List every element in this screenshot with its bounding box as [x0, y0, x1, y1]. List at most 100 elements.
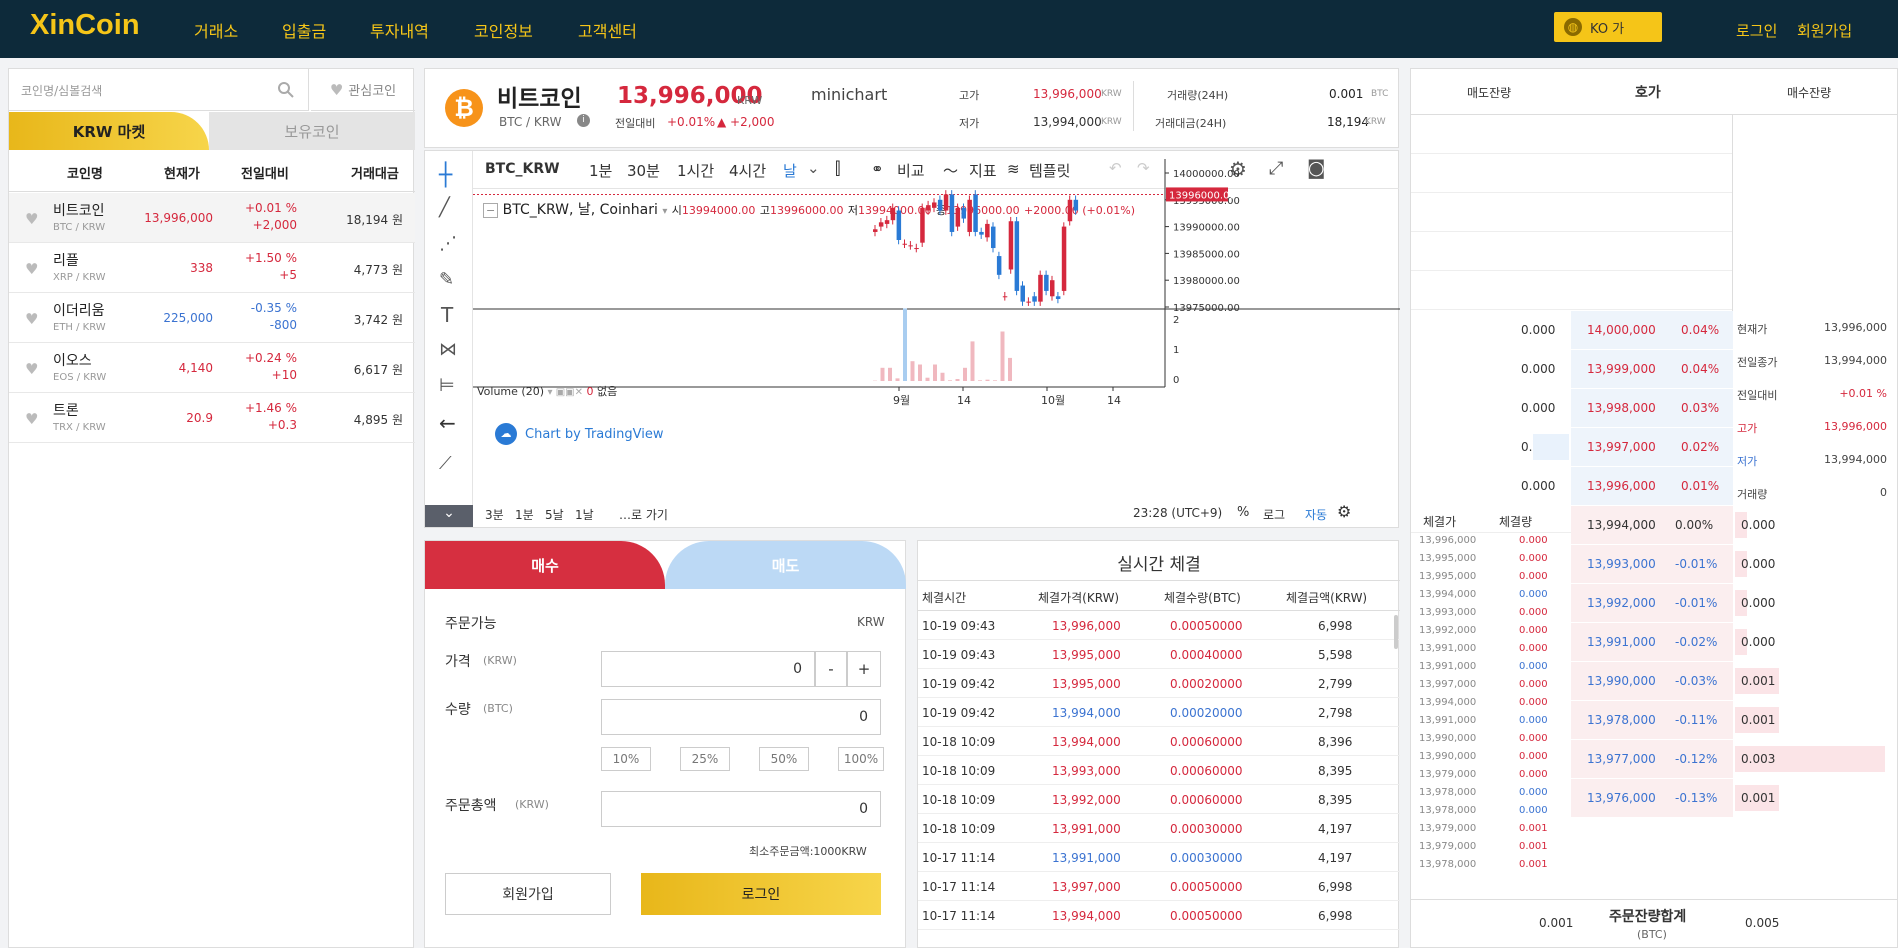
quantity-input[interactable]: 0 — [601, 699, 881, 735]
bid-row[interactable]: 13,992,000 -0.01% 0.000 — [1571, 584, 1898, 623]
fill-qty: 0.000 — [1519, 625, 1548, 636]
tab-krw-market[interactable]: KRW 마켓 — [9, 112, 209, 150]
tradingview-chart: ┼ ╱ ⋰ ✎ T ⋈ ⊨ ← ⟋ ⌄ BTC_KRW 1분 30분 1시간 4… — [424, 150, 1400, 529]
trade-price: 13,991,000 — [1052, 822, 1121, 836]
nav-exchange[interactable]: 거래소 — [194, 18, 238, 42]
info-value: +0.01 % — [1839, 387, 1887, 400]
price-input[interactable]: 0 — [601, 651, 815, 687]
ask-change: 0.01% — [1681, 479, 1720, 493]
trade-price: 13,995,000 — [1052, 648, 1121, 662]
coin-price: 4,140 — [178, 361, 213, 375]
bid-qty: 0.001 — [1741, 713, 1776, 727]
bid-row[interactable]: 13,993,000 -0.01% 0.000 — [1571, 545, 1898, 584]
bid-row[interactable]: 13,994,000 0.00% 0.000 — [1571, 506, 1898, 545]
total-input[interactable]: 0 — [601, 791, 881, 827]
candle-body — [991, 226, 996, 249]
fill-qty: 0.000 — [1519, 571, 1548, 582]
heart-icon[interactable]: ♥ — [25, 410, 41, 428]
volume-bar — [985, 379, 990, 381]
pct-50-button[interactable]: 50% — [759, 747, 809, 771]
low-value: 13,994,000 — [1033, 115, 1102, 129]
candle-plot[interactable]: 14000000.0013995000.0013990000.001398500… — [425, 151, 1400, 529]
tradingview-credit[interactable]: ☁ Chart by TradingView — [495, 423, 663, 445]
favorite-coins-button[interactable]: ♥ 관심코인 — [311, 69, 415, 111]
coin-volume: 18,194 원 — [346, 213, 403, 227]
auto-toggle[interactable]: 자동 — [1305, 506, 1327, 523]
coin-price: 338 — [190, 261, 213, 275]
bid-row[interactable]: 13,978,000 -0.11% 0.001 — [1571, 701, 1898, 740]
range-1d[interactable]: 1날 — [575, 506, 594, 523]
heart-icon[interactable]: ♥ — [25, 210, 41, 228]
coin-change-abs: +0.3 — [267, 418, 297, 432]
signup-button[interactable]: 회원가입 — [445, 873, 611, 915]
volume-bar — [918, 364, 922, 381]
pct-10-button[interactable]: 10% — [601, 747, 651, 771]
bid-change: 0.00% — [1675, 518, 1714, 532]
tab-buy[interactable]: 매수 — [425, 541, 665, 589]
login-link[interactable]: 로그인 — [1736, 20, 1777, 41]
info-icon[interactable]: i — [577, 114, 590, 127]
search-icon[interactable] — [277, 81, 295, 99]
bid-row[interactable]: 13,990,000 -0.03% 0.001 — [1571, 662, 1898, 701]
volume-bar — [925, 377, 930, 381]
col-coin-name[interactable]: 코인명 — [67, 163, 103, 182]
coin-change: -0.35 % -800 — [251, 300, 297, 334]
percent-toggle[interactable]: % — [1237, 505, 1249, 520]
fill-qty: 0.000 — [1519, 589, 1548, 600]
orderbook-footer: 0.001 주문잔량합계 (BTC) 0.005 — [1411, 899, 1898, 948]
coin-row[interactable]: ♥ 이오스 EOS / KRW 4,140 +0.24 % +10 6,617 원 — [9, 343, 415, 393]
heart-icon[interactable]: ♥ — [25, 360, 41, 378]
heart-icon: ♥ — [329, 80, 344, 99]
chart-settings-icon[interactable]: ⚙ — [1337, 502, 1351, 521]
heart-icon[interactable]: ♥ — [25, 310, 41, 328]
tab-sell[interactable]: 매도 — [665, 541, 906, 589]
info-value: 13,996,000 — [1824, 420, 1887, 433]
ask-price: 13,996,000 — [1587, 479, 1656, 493]
fill-price: 13,978,000 — [1419, 859, 1477, 870]
login-button[interactable]: 로그인 — [641, 873, 881, 915]
goto-date[interactable]: …로 가기 — [619, 506, 668, 523]
nav-support[interactable]: 고객센터 — [578, 18, 637, 42]
pct-100-button[interactable]: 100% — [838, 747, 884, 771]
chart-time: 23:28 (UTC+9) — [1133, 506, 1223, 520]
fill-price: 13,991,000 — [1419, 715, 1477, 726]
coin-list-panel: 코인명/심볼검색 ♥ 관심코인 KRW 마켓 보유코인 코인명 현재가 전일대비 … — [8, 68, 415, 948]
range-3m[interactable]: 3분 — [485, 506, 504, 523]
ask-row[interactable]: 0.000 13,996,000 0.01% — [1411, 467, 1898, 506]
bid-row[interactable]: 13,991,000 -0.02% 0.000 — [1571, 623, 1898, 662]
volume-settings-icon[interactable]: ▾ ▣▣✕ — [548, 387, 583, 398]
candle-body — [902, 243, 907, 245]
quantity-label: 수량 — [445, 702, 471, 718]
price-plus-button[interactable]: + — [847, 651, 881, 687]
col-change[interactable]: 전일대비 — [241, 163, 289, 182]
range-1m[interactable]: 1분 — [515, 506, 534, 523]
col-volume[interactable]: 거래대금 — [351, 163, 399, 182]
fill-qty: 0.000 — [1519, 679, 1548, 690]
fill-price: 13,995,000 — [1419, 553, 1477, 564]
coin-row[interactable]: ♥ 리플 XRP / KRW 338 +1.50 % +5 4,773 원 — [9, 243, 415, 293]
nav-coininfo[interactable]: 코인정보 — [474, 18, 533, 42]
signup-link[interactable]: 회원가입 — [1797, 20, 1852, 41]
col-price[interactable]: 현재가 — [164, 163, 200, 182]
coin-row[interactable]: ♥ 비트코인 BTC / KRW 13,996,000 +0.01 % +2,000 18,… — [9, 193, 415, 243]
coin-row[interactable]: ♥ 트론 TRX / KRW 20.9 +1.46 % +0.3 4,895 원 — [9, 393, 415, 443]
coin-search-input[interactable]: 코인명/심볼검색 — [9, 69, 309, 111]
logo[interactable]: XinCoin — [30, 9, 140, 42]
tab-owned-coins[interactable]: 보유코인 — [209, 112, 415, 150]
nav-history[interactable]: 투자내역 — [370, 18, 429, 42]
language-selector[interactable]: ◍ KO 가 — [1554, 12, 1662, 42]
bid-row[interactable]: 13,977,000 -0.12% 0.003 — [1571, 740, 1898, 779]
realtime-trades-panel: 실시간 체결 체결시간 체결가격(KRW) 체결수량(BTC) 체결금액(KRW… — [917, 540, 1400, 948]
trades-scrollbar[interactable] — [1394, 615, 1398, 649]
heart-icon[interactable]: ♥ — [25, 260, 41, 278]
price-minus-button[interactable]: - — [815, 651, 847, 687]
ask-change: 0.03% — [1681, 401, 1720, 415]
log-toggle[interactable]: 로그 — [1263, 506, 1285, 523]
range-5d[interactable]: 5날 — [545, 506, 564, 523]
nav-deposit[interactable]: 입출금 — [282, 18, 326, 42]
pct-25-button[interactable]: 25% — [680, 747, 730, 771]
total-label: 주문총액 — [445, 798, 497, 814]
coin-row[interactable]: ♥ 이더리움 ETH / KRW 225,000 -0.35 % -800 3,742 원 — [9, 293, 415, 343]
fill-qty: 0.000 — [1519, 715, 1548, 726]
bid-row[interactable]: 13,976,000 -0.13% 0.001 — [1571, 779, 1898, 818]
